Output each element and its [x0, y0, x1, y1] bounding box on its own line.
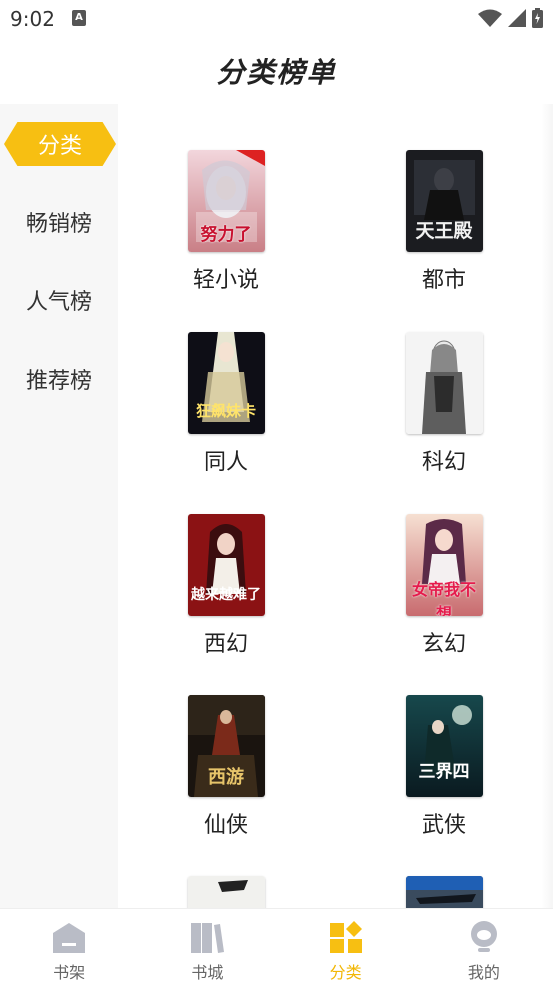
tab-bookstore[interactable]: 书城 [138, 909, 276, 984]
page-title: 分类榜单 [216, 56, 337, 89]
book-cover: 三界四 [405, 695, 483, 797]
book-cover [405, 332, 483, 434]
category-item[interactable]: 天王殿 都市 [384, 150, 504, 294]
book-cover: 狂飙妹卡 [187, 332, 265, 434]
category-item[interactable]: 女帝我不想 玄幻 [384, 514, 504, 658]
tab-bookshelf[interactable]: 书架 [0, 909, 138, 984]
signal-icon [508, 9, 526, 27]
cover-title: 努力了 [200, 225, 252, 245]
category-label: 仙侠 [203, 813, 248, 838]
category-label: 西幻 [203, 632, 248, 657]
tab-profile[interactable]: 我的 [415, 909, 553, 984]
status-icons [478, 8, 543, 28]
category-label: 轻小说 [192, 268, 259, 293]
status-bar: 9:02 A [0, 0, 553, 38]
sidebar-item-label: 分类 [37, 134, 82, 159]
tab-label: 分类 [329, 963, 362, 982]
category-item[interactable]: 三界四 武侠 [384, 695, 504, 839]
category-item[interactable] [166, 876, 286, 908]
bookshelf-icon [53, 923, 86, 953]
sidebar-item-category[interactable]: 分类 [4, 122, 116, 166]
cover-title: 天王殿 [415, 220, 473, 242]
sidebar-item-bestseller[interactable]: 畅销榜 [0, 200, 118, 244]
tab-label: 书城 [191, 963, 224, 982]
sidebar-item-popular[interactable]: 人气榜 [0, 278, 118, 322]
bottom-nav: 书架 书城 分类 我的 [0, 908, 553, 984]
category-item[interactable]: 科幻 [384, 332, 504, 476]
battery-icon [532, 8, 543, 28]
book-cover: 天王殿 [405, 150, 483, 252]
scroll-shade [541, 104, 553, 908]
profile-icon [470, 921, 497, 952]
category-item[interactable] [384, 876, 504, 908]
category-item[interactable]: 西游 仙侠 [166, 695, 286, 839]
sidebar-item-label: 人气榜 [25, 290, 92, 315]
book-cover [405, 876, 483, 908]
category-label: 都市 [421, 268, 466, 293]
cover-title: 三界四 [418, 762, 470, 782]
book-cover: 越来越难了 [187, 514, 265, 616]
category-item[interactable]: 努力了 轻小说 [166, 150, 286, 294]
book-cover [187, 876, 265, 908]
category-item[interactable]: 狂飙妹卡 同人 [166, 332, 286, 476]
status-time: 9:02 [10, 7, 55, 31]
app-screen: 9:02 A 分类榜单 分类 畅销榜 人气榜 推荐榜 努力了 轻小说 天王殿 都… [0, 0, 553, 984]
category-item[interactable]: 越来越难了 西幻 [166, 514, 286, 658]
book-cover: 努力了 [187, 150, 265, 252]
sidebar-item-label: 推荐榜 [25, 369, 92, 394]
cover-title: 越来越难了 [191, 587, 261, 603]
book-cover: 女帝我不想 [405, 514, 483, 616]
category-icon [329, 921, 362, 953]
cover-title: 西游 [208, 767, 244, 788]
sidebar: 分类 畅销榜 人气榜 推荐榜 [0, 104, 118, 908]
page-header: 分类榜单 [0, 38, 553, 104]
book-cover: 西游 [187, 695, 265, 797]
category-label: 玄幻 [421, 632, 466, 657]
category-label: 武侠 [421, 813, 466, 838]
cover-title: 女帝我不想 [411, 580, 476, 616]
category-grid: 努力了 轻小说 天王殿 都市 狂飙妹卡 同人 科幻 越来越难了 西幻 女帝我不想… [118, 104, 553, 908]
sidebar-item-recommend[interactable]: 推荐榜 [0, 357, 118, 401]
category-label: 科幻 [421, 450, 466, 475]
wifi-icon [478, 9, 502, 27]
sidebar-item-label: 畅销榜 [25, 212, 92, 237]
bookstore-icon [191, 923, 225, 953]
tab-label: 我的 [467, 963, 500, 982]
notification-icon: A [72, 10, 86, 26]
category-label: 同人 [203, 450, 248, 475]
tab-label: 书架 [53, 963, 86, 982]
cover-title: 狂飙妹卡 [195, 402, 256, 420]
tab-category[interactable]: 分类 [277, 909, 415, 984]
